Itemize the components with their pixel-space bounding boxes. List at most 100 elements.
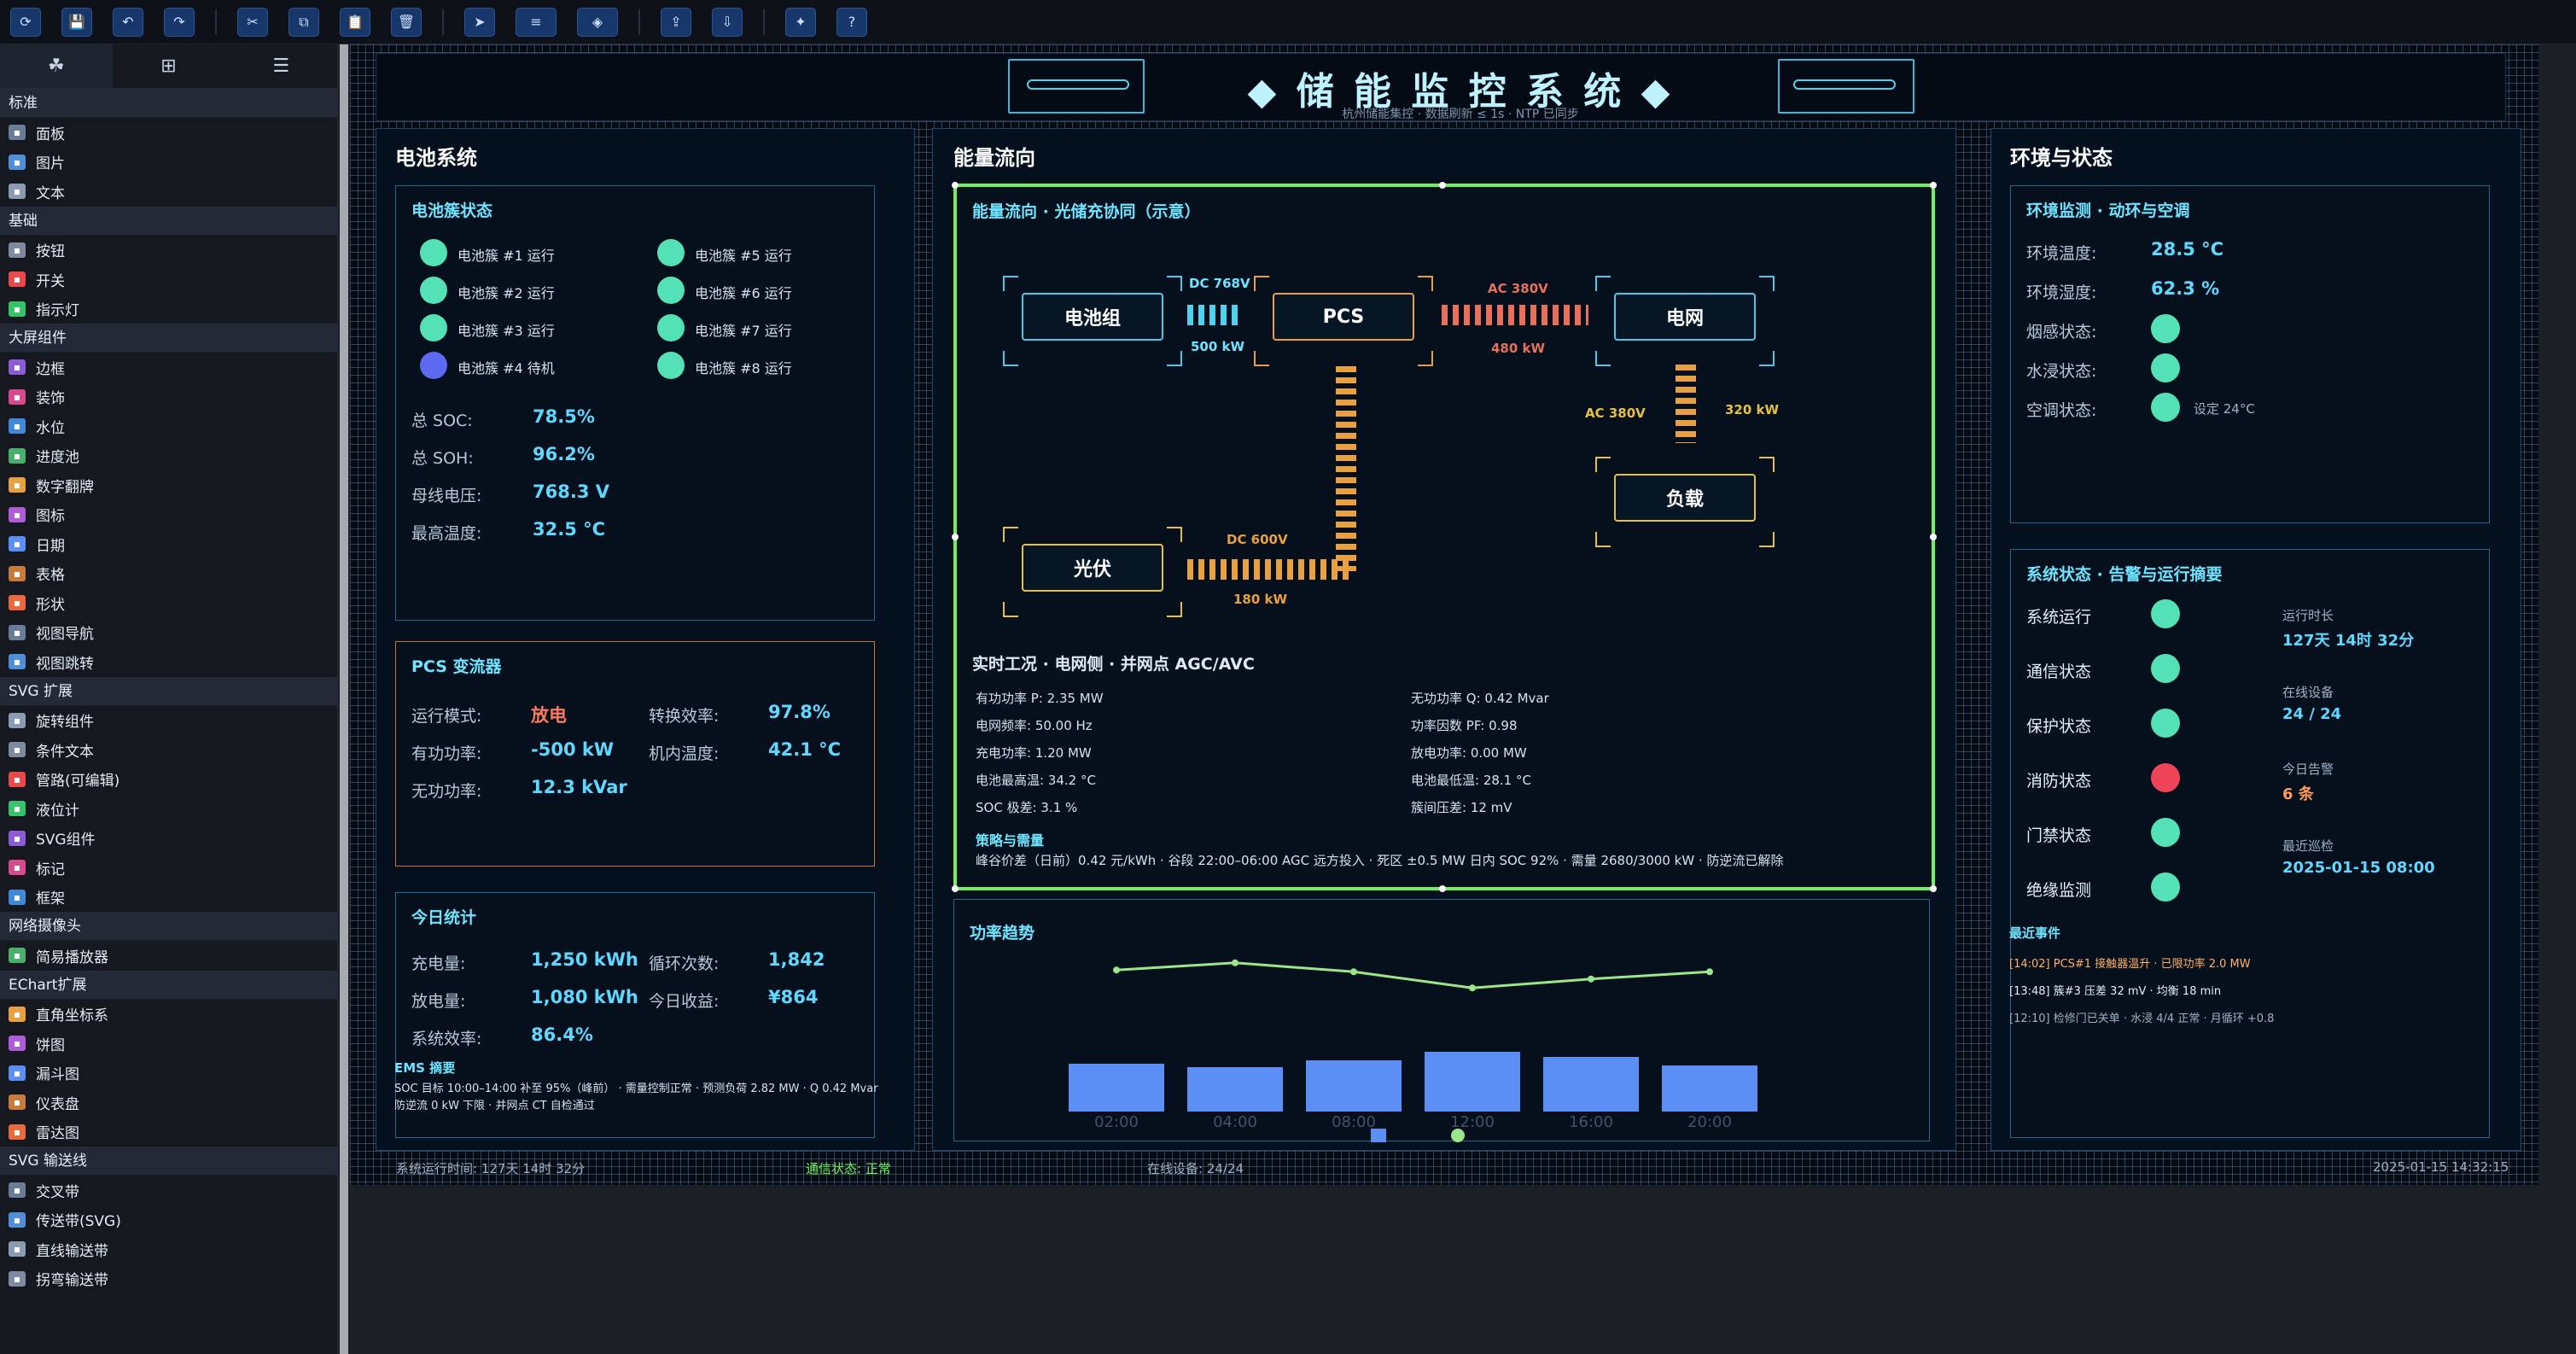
copy-button[interactable]: ⧉ bbox=[288, 7, 319, 37]
import-button[interactable]: ⇩ bbox=[712, 7, 743, 37]
sidebar-item[interactable]: ▪ 表格 bbox=[0, 559, 337, 589]
sidebar-item[interactable]: ▪ 直角坐标系 bbox=[0, 1000, 337, 1030]
sidebar-item[interactable]: ▪ 数字翻牌 bbox=[0, 470, 337, 500]
sidebar-item[interactable]: ▪ 日期 bbox=[0, 529, 337, 559]
trend-tick-label: 16:00 bbox=[1569, 1113, 1613, 1131]
refresh-button[interactable]: ⟳ bbox=[10, 7, 41, 37]
node-pcs[interactable]: PCS bbox=[1273, 293, 1414, 341]
sidebar-item[interactable]: ▪ 形状 bbox=[0, 588, 337, 618]
pcs-value: 放电 bbox=[531, 705, 567, 726]
sidebar-item[interactable]: ▪ 传送带(SVG) bbox=[0, 1205, 337, 1235]
sidebar-item[interactable]: ▪ 文本 bbox=[0, 177, 337, 207]
resize-handle[interactable] bbox=[1930, 885, 1937, 892]
node-grid[interactable]: 电网 bbox=[1614, 293, 1756, 341]
cluster-label: 电池簇 #6 运行 bbox=[695, 285, 792, 301]
sidebar-item[interactable]: ▪ 直线输送带 bbox=[0, 1234, 337, 1264]
sidebar-item[interactable]: ▪ 饼图 bbox=[0, 1029, 337, 1059]
pcs-label: 有功功率: bbox=[411, 744, 482, 763]
delete-button[interactable]: 🗑 bbox=[391, 7, 422, 37]
node-battery[interactable]: 电池组 bbox=[1022, 293, 1163, 341]
pcs-value: 42.1 °C bbox=[768, 739, 842, 760]
sidebar-item[interactable]: ▪ 按钮 bbox=[0, 236, 337, 266]
sidebar-item-label: 水位 bbox=[36, 419, 65, 437]
node-load[interactable]: 负载 bbox=[1614, 474, 1756, 522]
sidebar-item[interactable]: ▪ SVG组件 bbox=[0, 824, 337, 854]
sidebar-item[interactable]: ▪ 旋转组件 bbox=[0, 706, 337, 736]
sidebar-item-label: 面板 bbox=[36, 125, 65, 143]
sidebar-item[interactable]: ▪ 拐弯输送带 bbox=[0, 1264, 337, 1294]
cut-button[interactable]: ✂ bbox=[237, 7, 268, 37]
component-icon: ▪ bbox=[9, 1182, 26, 1199]
magic-button[interactable]: ✦ bbox=[785, 7, 816, 37]
today-value: ¥864 bbox=[768, 987, 819, 1007]
sidebar-item[interactable]: ▪ 装饰 bbox=[0, 382, 337, 412]
sidebar-item[interactable]: ▪ 仪表盘 bbox=[0, 1088, 337, 1118]
pointer-button[interactable]: ➤ bbox=[464, 7, 495, 37]
help-button[interactable]: ? bbox=[836, 7, 867, 37]
sidebar-item[interactable]: ▪ 开关 bbox=[0, 265, 337, 295]
component-icon: ▪ bbox=[9, 388, 26, 405]
paste-button[interactable]: 📋 bbox=[340, 7, 370, 37]
export-button[interactable]: ⇪ bbox=[661, 7, 691, 37]
trend-legend-bar-swatch bbox=[1371, 1129, 1386, 1142]
sidebar-item[interactable]: ▪ 框架 bbox=[0, 883, 337, 913]
trend-point bbox=[1706, 968, 1713, 976]
sidebar-item[interactable]: ▪ 标记 bbox=[0, 853, 337, 883]
sidebar-item[interactable]: ▪ 漏斗图 bbox=[0, 1059, 337, 1088]
tab-components[interactable]: ☘ bbox=[0, 44, 113, 88]
sidebar-item[interactable]: ▪ 边框 bbox=[0, 353, 337, 382]
label-ac380-a: AC 380V bbox=[1488, 281, 1548, 296]
resize-handle[interactable] bbox=[952, 885, 959, 892]
component-icon: ▪ bbox=[9, 184, 26, 200]
align-button[interactable]: ≡ bbox=[516, 7, 557, 37]
undo-button[interactable]: ↶ bbox=[113, 7, 143, 37]
sidebar-scrollbar[interactable] bbox=[340, 44, 348, 1354]
trend-point bbox=[1469, 984, 1476, 992]
sidebar-item-label: 文本 bbox=[36, 184, 65, 202]
sidebar-item-label: 拐弯输送带 bbox=[36, 1272, 108, 1290]
save-button[interactable]: 💾 bbox=[61, 7, 92, 37]
cluster-label: 电池簇 #2 运行 bbox=[458, 285, 555, 301]
sidebar-category[interactable]: 大屏组件 bbox=[0, 324, 337, 353]
sidebar-item[interactable]: ▪ 面板 bbox=[0, 118, 337, 148]
sidebar-category[interactable]: SVG 扩展 bbox=[0, 676, 337, 706]
sidebar-category[interactable]: 网络摄像头 bbox=[0, 912, 337, 941]
tab-data[interactable]: ☰ bbox=[224, 44, 337, 88]
tab-layers[interactable]: ⊞ bbox=[113, 44, 225, 88]
sidebar-item[interactable]: ▪ 水位 bbox=[0, 411, 337, 441]
sidebar-item[interactable]: ▪ 交叉带 bbox=[0, 1176, 337, 1205]
sidebar-item[interactable]: ▪ 指示灯 bbox=[0, 295, 337, 324]
sidebar-category[interactable]: SVG 输送线 bbox=[0, 1147, 337, 1176]
resize-handle[interactable] bbox=[1439, 182, 1446, 189]
redo-button[interactable]: ↷ bbox=[164, 7, 195, 37]
resize-handle[interactable] bbox=[952, 534, 959, 540]
flow-card-selected[interactable]: 能量流向 · 光储充协同（示意） 电池组 PCS 电网 光伏 负载 DC 768… bbox=[952, 182, 1937, 892]
battery-stat-label: 母线电压: bbox=[411, 487, 482, 505]
sidebar-item[interactable]: ▪ 液位计 bbox=[0, 794, 337, 824]
sidebar-item[interactable]: ▪ 视图导航 bbox=[0, 618, 337, 648]
sidebar-category[interactable]: EChart扩展 bbox=[0, 970, 337, 1000]
sidebar-category[interactable]: 标准 bbox=[0, 89, 337, 118]
cluster-label: 电池簇 #3 运行 bbox=[458, 323, 555, 339]
ems-summary-title: EMS 摘要 bbox=[394, 1060, 456, 1076]
tree-icon: ⊞ bbox=[160, 55, 177, 77]
sidebar-item[interactable]: ▪ 图标 bbox=[0, 500, 337, 530]
sidebar-item[interactable]: ▪ 条件文本 bbox=[0, 735, 337, 765]
today-label: 放电量: bbox=[411, 992, 466, 1011]
layer-button[interactable]: ◈ bbox=[577, 7, 618, 37]
sidebar-item[interactable]: ▪ 视图跳转 bbox=[0, 647, 337, 677]
sidebar-item[interactable]: ▪ 雷达图 bbox=[0, 1118, 337, 1147]
sidebar-item[interactable]: ▪ 进度池 bbox=[0, 441, 337, 471]
align-icon: ≡ bbox=[530, 14, 542, 30]
sidebar-item[interactable]: ▪ 简易播放器 bbox=[0, 941, 337, 971]
cluster-status-indicator bbox=[657, 314, 685, 341]
resize-handle[interactable] bbox=[1439, 885, 1446, 892]
sidebar-item[interactable]: ▪ 图片 bbox=[0, 148, 337, 178]
resize-handle[interactable] bbox=[952, 182, 959, 189]
sidebar-item[interactable]: ▪ 管路(可编辑) bbox=[0, 765, 337, 795]
sidebar-category[interactable]: 基础 bbox=[0, 206, 337, 236]
summary-value: 24 / 24 bbox=[2282, 705, 2342, 723]
resize-handle[interactable] bbox=[1930, 182, 1937, 189]
resize-handle[interactable] bbox=[1930, 534, 1937, 540]
node-pv[interactable]: 光伏 bbox=[1022, 544, 1163, 592]
